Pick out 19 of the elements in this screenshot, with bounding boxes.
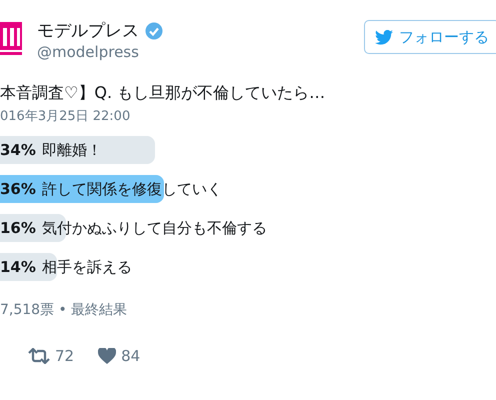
account-handle[interactable]: @modelpress: [37, 42, 163, 62]
poll-percent: 16%: [0, 219, 37, 237]
poll-percent: 34%: [0, 141, 37, 159]
poll-percent: 14%: [0, 258, 37, 276]
poll-option-label: 即離婚！: [42, 140, 102, 160]
poll-option-label: 気付かぬふりして自分も不倫する: [42, 218, 267, 238]
poll-percent: 36%: [0, 180, 37, 198]
poll-option-label: 許して関係を修復していく: [42, 180, 222, 198]
poll-option-label: 相手を訴える: [42, 258, 132, 276]
tweet-text: 本音調査♡】Q. もし旦那が不倫していたら…: [0, 82, 326, 104]
heart-icon[interactable]: [98, 348, 116, 364]
bird-icon: [375, 30, 393, 44]
retweet-count: 72: [55, 347, 74, 365]
follow-button[interactable]: フォローする: [364, 20, 496, 54]
like-count: 84: [121, 347, 140, 365]
retweet-icon[interactable]: [28, 348, 50, 364]
tweet-date[interactable]: 016年3月25日 22:00: [0, 108, 496, 126]
account-name[interactable]: モデルプレス: [37, 20, 139, 42]
poll-summary: 7,518票 • 最終結果: [0, 301, 128, 319]
